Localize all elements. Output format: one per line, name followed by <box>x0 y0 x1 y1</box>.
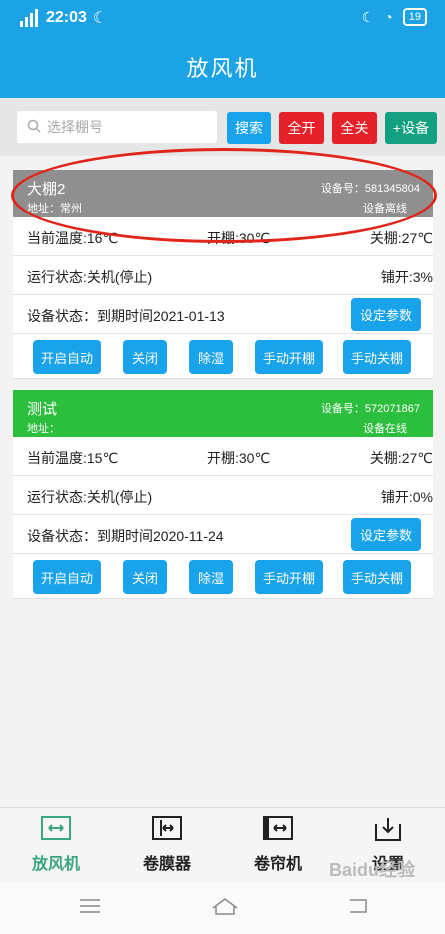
tab-film-roller[interactable]: 卷膜器 <box>117 816 217 874</box>
tab-curtain[interactable]: 卷帘机 <box>228 816 328 874</box>
device-number: 设备号：572071867 <box>320 403 420 415</box>
run-state-row: 运行状态:关机(停止) 铺开:3% <box>13 256 433 295</box>
device-address: 地址： <box>27 423 60 435</box>
device-name: 测试 <box>27 401 58 418</box>
download-icon <box>373 816 403 841</box>
run-state: 运行状态:关机(停止) <box>27 269 153 285</box>
system-nav-bar <box>0 882 445 934</box>
dehumidify-button[interactable]: 除湿 <box>189 340 233 374</box>
run-state: 运行状态:关机(停止) <box>27 489 153 505</box>
film-roller-icon <box>152 816 182 840</box>
curtain-icon <box>263 816 293 840</box>
expiry-row: 设备状态：到期时间2020-11-24 设定参数 <box>13 515 433 554</box>
watermark-logo: Baidu经验 <box>328 860 415 880</box>
signal-icon <box>20 9 40 27</box>
auto-on-button[interactable]: 开启自动 <box>33 560 101 594</box>
set-params-button[interactable]: 设定参数 <box>351 518 421 551</box>
search-placeholder: 选择棚号 <box>47 119 103 135</box>
home-icon[interactable] <box>210 896 240 916</box>
spread-percent: 铺开:3% <box>380 269 433 285</box>
auto-on-button[interactable]: 开启自动 <box>33 340 101 374</box>
search-input[interactable]: 选择棚号 <box>17 111 217 143</box>
all-off-button[interactable]: 全关 <box>332 112 377 144</box>
highlight-ellipse <box>11 148 437 243</box>
add-device-button[interactable]: +设备 <box>385 112 437 144</box>
action-bar: 开启自动 关闭 除湿 手动开棚 手动关棚 <box>13 334 433 378</box>
expiry-status: 设备状态：到期时间2021-01-13 <box>27 308 225 324</box>
moon-icon: ☾ <box>92 10 108 27</box>
page-title: 放风机 <box>0 36 445 98</box>
wifi-icon: ◔ <box>384 9 393 25</box>
temperature-row: 当前温度:15℃ 开棚:30℃ 关棚:27℃ <box>13 437 433 476</box>
vent-icon <box>41 816 71 840</box>
action-bar: 开启自动 关闭 除湿 手动开棚 手动关棚 <box>13 554 433 598</box>
manual-open-button[interactable]: 手动开棚 <box>255 340 323 374</box>
dehumidify-button[interactable]: 除湿 <box>189 560 233 594</box>
search-button[interactable]: 搜索 <box>227 112 271 144</box>
expiry-row: 设备状态：到期时间2021-01-13 设定参数 <box>13 295 433 334</box>
manual-close-button[interactable]: 手动关棚 <box>343 340 411 374</box>
device-online-status: 设备在线 <box>363 423 407 435</box>
back-icon[interactable] <box>346 896 370 916</box>
close-shed-temperature: 关棚:27℃ <box>369 450 433 466</box>
tab-label: 卷帘机 <box>253 856 302 873</box>
expiry-status: 设备状态：到期时间2020-11-24 <box>27 528 224 544</box>
moon-icon: ☾ <box>361 8 375 25</box>
manual-close-button[interactable]: 手动关棚 <box>343 560 411 594</box>
device-card-header[interactable]: 测试 地址： 设备号：572071867 设备在线 <box>13 390 433 437</box>
open-shed-temperature: 开棚:30℃ <box>207 450 271 466</box>
search-icon <box>27 119 41 136</box>
tab-label: 卷膜器 <box>142 856 191 873</box>
manual-open-button[interactable]: 手动开棚 <box>255 560 323 594</box>
tab-label: 放风机 <box>31 856 80 873</box>
off-button[interactable]: 关闭 <box>123 560 167 594</box>
current-temperature: 当前温度:15℃ <box>27 450 119 466</box>
menu-icon[interactable] <box>78 896 102 916</box>
close-shed-temperature: 关棚:27℃ <box>369 230 433 246</box>
device-card: 测试 地址： 设备号：572071867 设备在线 当前温度:15℃ 开棚:30… <box>13 390 433 599</box>
tab-vent[interactable]: 放风机 <box>6 816 106 874</box>
off-button[interactable]: 关闭 <box>123 340 167 374</box>
set-params-button[interactable]: 设定参数 <box>351 298 421 331</box>
battery-icon: 19 <box>402 8 427 26</box>
status-bar: 22:03 ☾ ☾ ◔ 19 <box>0 0 445 36</box>
run-state-row: 运行状态:关机(停止) 铺开:0% <box>13 476 433 515</box>
spread-percent: 铺开:0% <box>380 489 433 505</box>
all-on-button[interactable]: 全开 <box>279 112 324 144</box>
clock: 22:03 <box>46 9 87 26</box>
